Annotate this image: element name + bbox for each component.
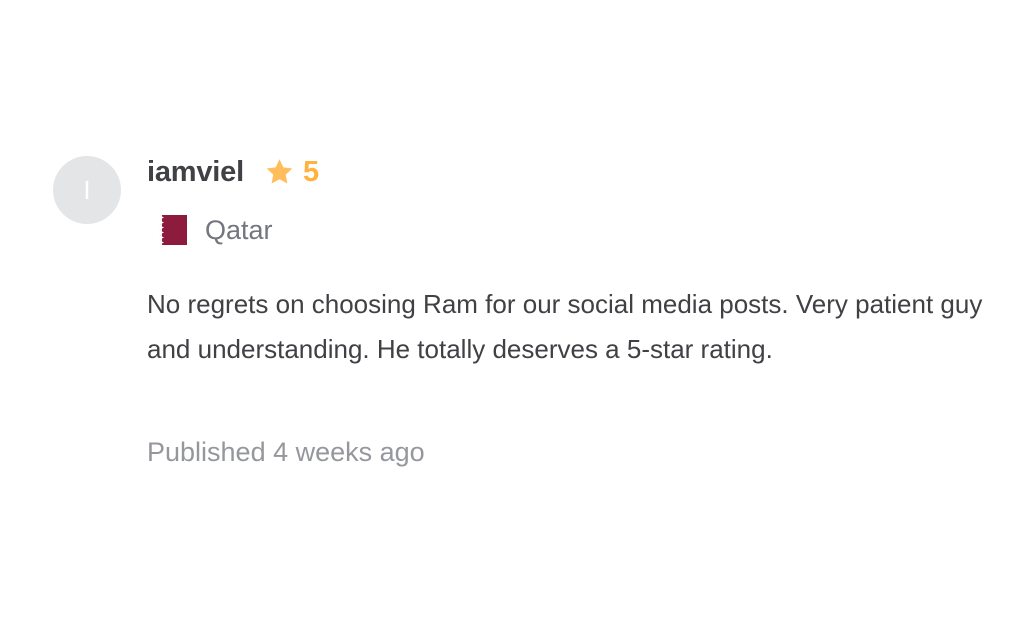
review-header: iamviel 5 (147, 152, 319, 192)
username[interactable]: iamviel (147, 156, 244, 189)
country-name: Qatar (205, 214, 273, 245)
rating-value: 5 (302, 155, 320, 188)
qatar-flag-icon (147, 215, 187, 245)
avatar-initial: I (83, 175, 91, 205)
country-row: Qatar (147, 212, 273, 248)
avatar[interactable]: I (53, 156, 121, 224)
star-icon (266, 159, 293, 184)
rating: 5 (264, 156, 319, 189)
published-date: Published 4 weeks ago (147, 437, 425, 467)
review-text: No regrets on choosing Ram for our socia… (147, 289, 983, 364)
review-card: I iamviel 5 Qatar No regrets on choosing… (0, 0, 1024, 629)
